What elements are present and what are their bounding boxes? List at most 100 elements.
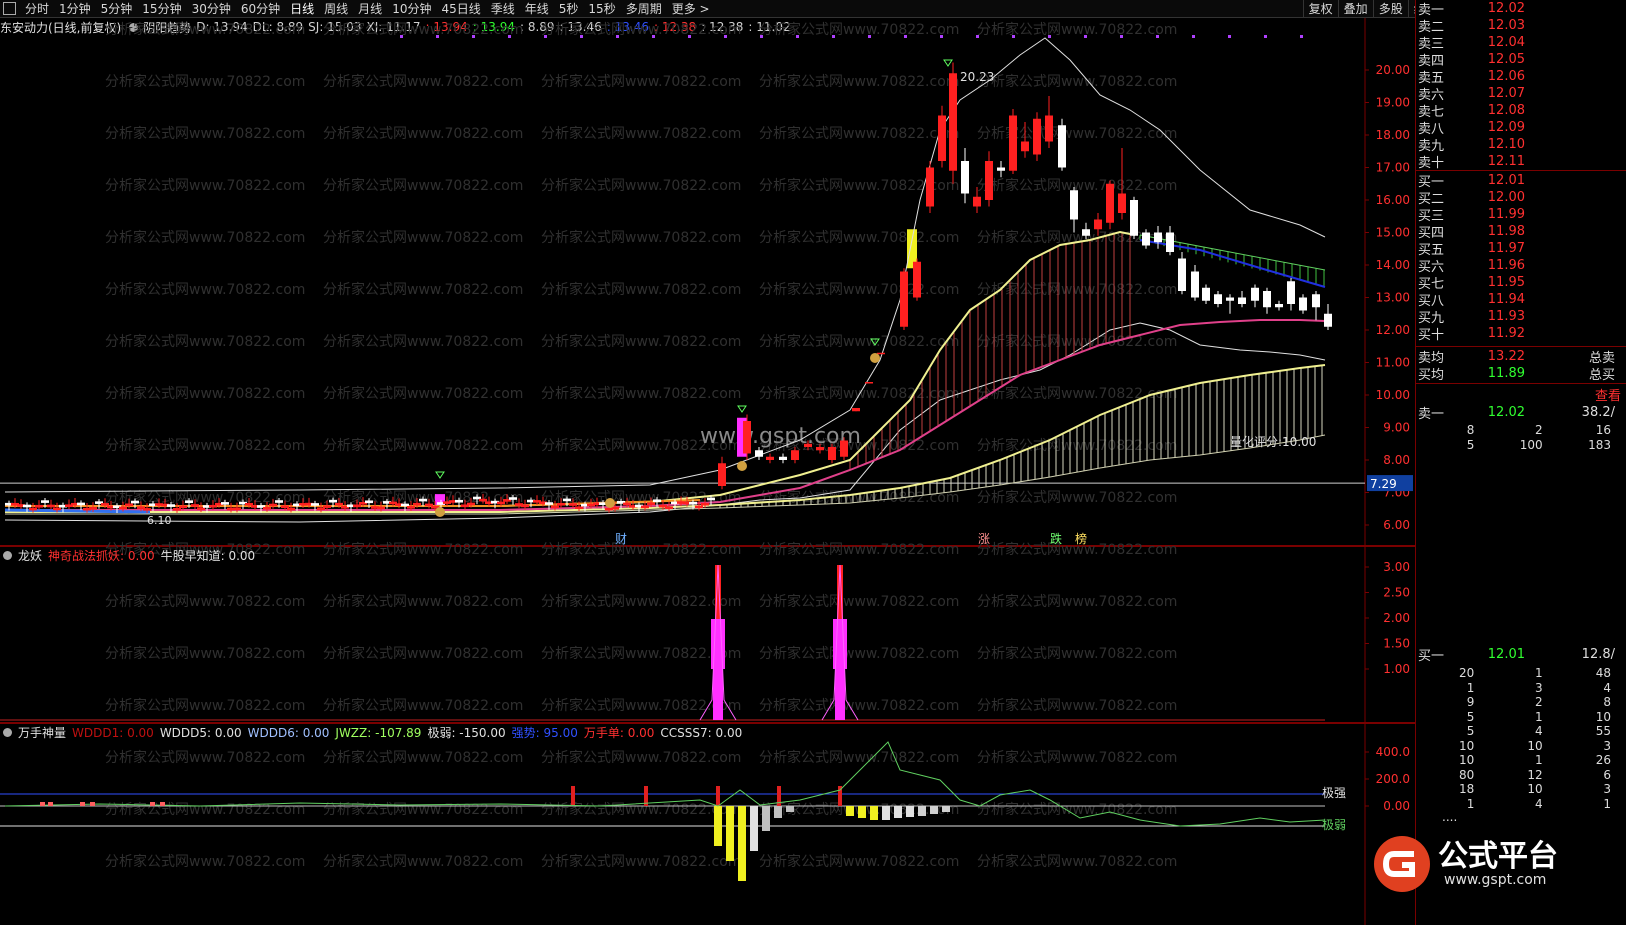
sell1-queue-row: 5 100 183 [1418, 438, 1623, 453]
candle-body [689, 501, 697, 505]
buy-level-8[interactable]: 买九 11.93 [1418, 308, 1623, 326]
sell-level-8[interactable]: 卖二 12.03 [1418, 17, 1623, 35]
watermark: 分析家公式网www.70822.com [105, 645, 305, 662]
panel2-settings-icon[interactable] [3, 550, 12, 560]
watermark: 分析家公式网www.70822.com [105, 229, 305, 246]
buy-level-3[interactable]: 买四 11.98 [1418, 223, 1623, 241]
signal-marker-2: 跌 [1050, 531, 1062, 546]
buy1-queue-row: 10 10 3 [1418, 739, 1623, 754]
candle-body [1299, 297, 1307, 311]
buy-level-1[interactable]: 买二 12.00 [1418, 189, 1623, 207]
candle-body [1118, 193, 1126, 213]
watermark: 分析家公式网www.70822.com [759, 21, 959, 38]
sell-level-2[interactable]: 卖八 12.09 [1418, 119, 1623, 137]
candle-body [179, 505, 187, 509]
quote-divider [1416, 383, 1626, 384]
strong-label: 极强 [1322, 786, 1346, 800]
watermark: 分析家公式网www.70822.com [323, 697, 523, 714]
volume-negative-bar [786, 806, 794, 812]
avg-sell-row[interactable]: 卖均 13.22 总卖 [1418, 348, 1623, 366]
candle-body [221, 502, 229, 505]
watermark: 分析家公式网www.70822.com [759, 333, 959, 350]
sell-level-1[interactable]: 卖九 12.10 [1418, 136, 1623, 154]
view-link[interactable]: 查看 [1595, 385, 1621, 404]
candle-body [353, 504, 361, 508]
buy-level-2[interactable]: 买三 11.99 [1418, 206, 1623, 224]
candle-body [1094, 219, 1102, 230]
candle-body [269, 503, 277, 507]
candle-body [29, 507, 37, 511]
upper-band-line [4, 37, 1326, 493]
top-dot-marker [1120, 35, 1123, 38]
panel3-title[interactable]: 万手神量 [18, 724, 66, 741]
buy-level-4-price: 11.97 [1487, 241, 1525, 256]
low-price-label: 6.10 [147, 514, 172, 527]
queue-cell: 1 [1535, 709, 1543, 724]
candle-body [479, 498, 487, 502]
panel3-value-2: WDDD6: 0.00 [247, 725, 330, 740]
panel3-settings-icon[interactable] [3, 727, 12, 737]
candle-body [365, 500, 373, 504]
small-volume-bar [48, 802, 53, 806]
candle-body [779, 456, 787, 460]
watermark: 分析家公式网www.70822.com [541, 593, 741, 610]
money-bag-icon [870, 353, 880, 363]
buy-level-0[interactable]: 买一 12.01 [1418, 172, 1623, 190]
buy-level-9[interactable]: 买十 11.92 [1418, 325, 1623, 343]
panel2-y-label: 3.00 [1383, 560, 1410, 574]
candle-body [275, 500, 283, 503]
sell-level-6[interactable]: 卖四 12.05 [1418, 51, 1623, 69]
top-dot-marker [760, 35, 763, 38]
queue-cell: 183 [1588, 438, 1611, 452]
buy-level-5[interactable]: 买六 11.96 [1418, 257, 1623, 275]
watermark: 分析家公式网www.70822.com [759, 593, 959, 610]
buy-level-7[interactable]: 买八 11.94 [1418, 291, 1623, 309]
watermark: 分析家公式网www.70822.com [977, 697, 1177, 714]
watermark: 分析家公式网www.70822.com [105, 437, 305, 454]
queue-cell: 4 [1535, 796, 1543, 811]
watermark: 分析家公式网www.70822.com [105, 333, 305, 350]
candle-body [35, 504, 43, 508]
sell-level-0[interactable]: 卖十 12.11 [1418, 153, 1623, 171]
watermark: 分析家公式网www.70822.com [323, 281, 523, 298]
candle-body [233, 507, 241, 511]
queue-cell: 12 [1527, 767, 1543, 782]
watermark: 分析家公式网www.70822.com [541, 385, 741, 402]
signal-marker-0: 财 [615, 532, 627, 546]
chart-area[interactable]: 分析家公式网www.70822.com 分析家公式网www.70822.com 分析… [0, 0, 1415, 925]
candle-body [961, 161, 969, 194]
sell-level-9[interactable]: 卖一 12.02 [1418, 0, 1623, 18]
candle-body [865, 382, 873, 384]
buy-level-6[interactable]: 买七 11.95 [1418, 274, 1623, 292]
buy1-detail-row-label: 买一 [1418, 649, 1445, 664]
buy-level-4[interactable]: 买五 11.97 [1418, 240, 1623, 258]
sell-level-5[interactable]: 卖五 12.06 [1418, 68, 1623, 86]
y-tick-label: 6.00 [1383, 518, 1410, 532]
spike-bar-magenta [711, 619, 725, 669]
candle-body [575, 506, 583, 510]
top-dot-marker [1228, 35, 1231, 38]
sell-level-3[interactable]: 卖七 12.08 [1418, 102, 1623, 120]
candle-body [77, 502, 85, 506]
gspt-logo: 公式平台www.gspt.com [1374, 836, 1558, 892]
panel2-title[interactable]: 龙妖 [18, 547, 42, 564]
top-dot-marker [904, 35, 907, 38]
queue-cell: 80 [1459, 767, 1475, 782]
buy1-detail-row[interactable]: 买一 12.01 12.8/ [1418, 646, 1623, 664]
queue-cell: 2 [1535, 695, 1543, 709]
buy-level-9-price: 11.92 [1487, 326, 1525, 341]
candle-body [1263, 291, 1271, 308]
candle-body [47, 504, 55, 508]
candle-body [1251, 287, 1259, 301]
candle-body [791, 450, 799, 460]
queue-cell: 20 [1459, 666, 1475, 680]
watermark: 分析家公式网www.70822.com [541, 333, 741, 350]
sell-level-7[interactable]: 卖三 12.04 [1418, 34, 1623, 52]
candle-body [973, 196, 981, 207]
sell-level-4[interactable]: 卖六 12.07 [1418, 85, 1623, 103]
sell1-detail-row[interactable]: 卖一 12.02 38.2/ [1418, 404, 1623, 422]
avg-buy-row[interactable]: 买均 11.89 总买 [1418, 365, 1623, 383]
buy1-queue-row: 5 1 10 [1418, 710, 1623, 725]
candle-body [938, 115, 946, 161]
buy1-queue-row: 80 12 6 [1418, 768, 1623, 783]
